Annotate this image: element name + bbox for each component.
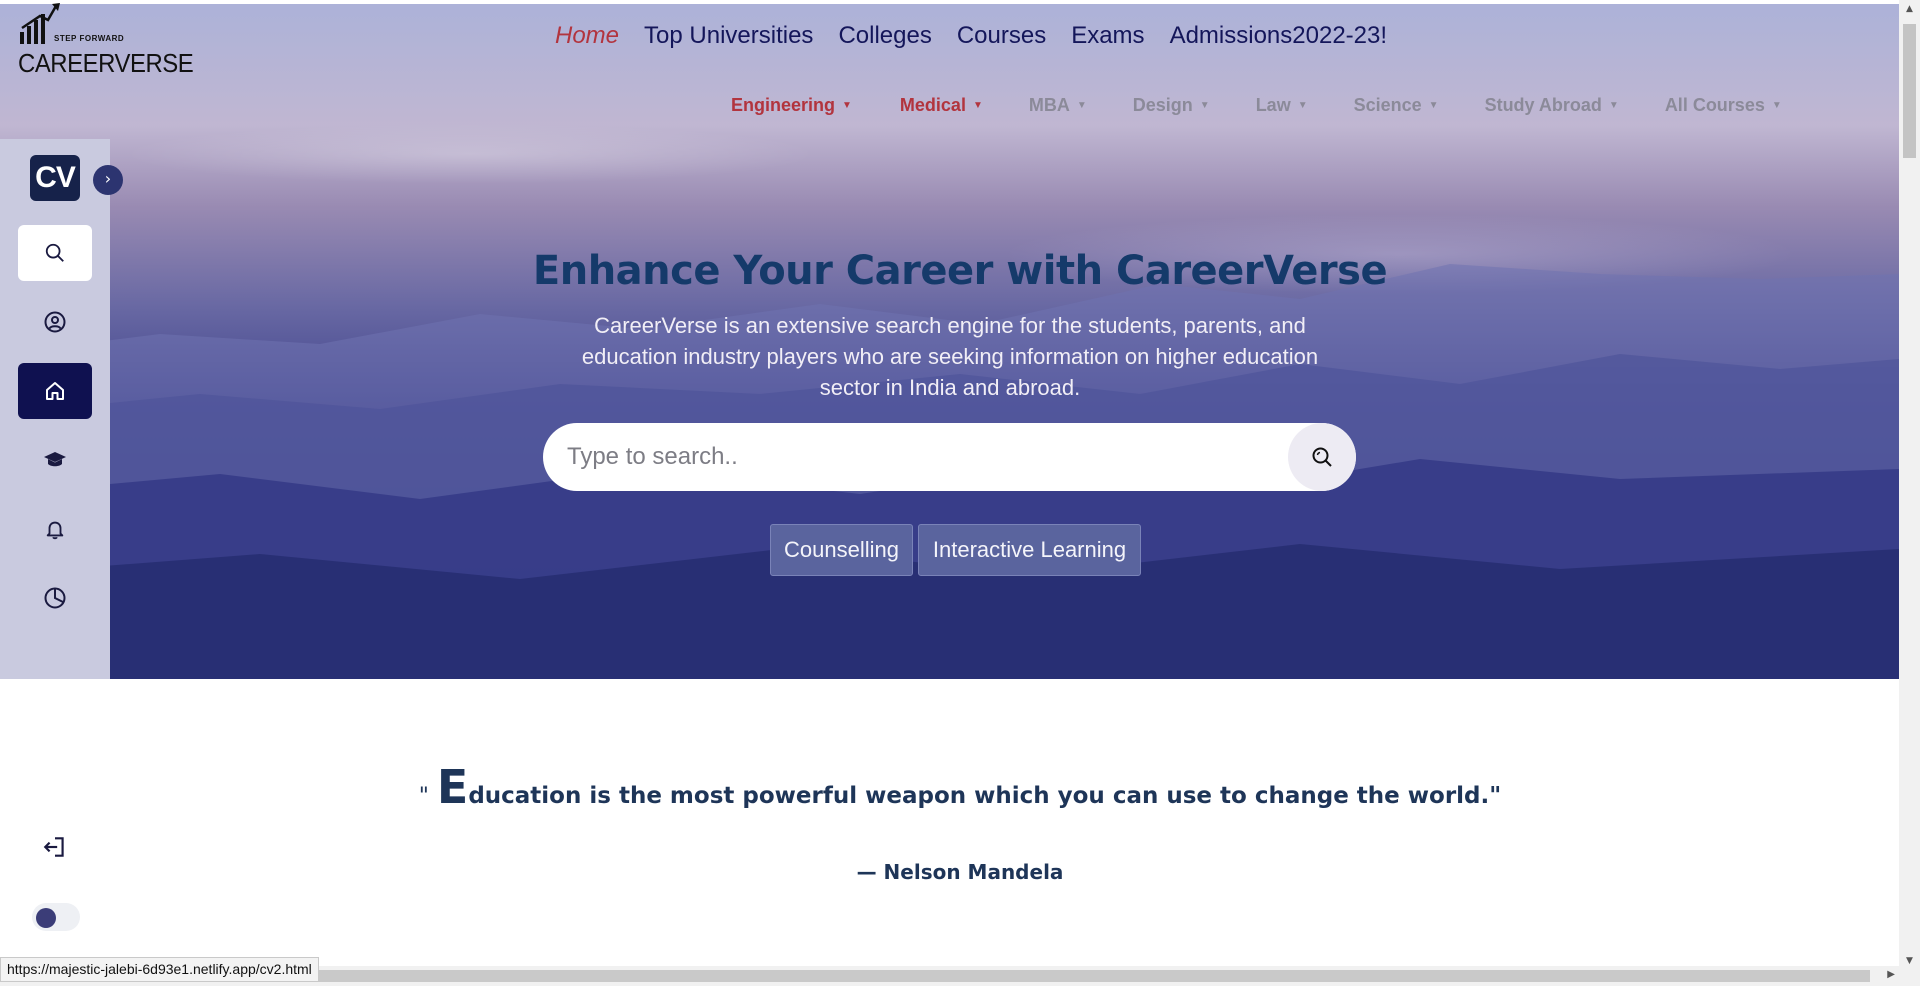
sidebar-courses-button[interactable] bbox=[18, 432, 92, 488]
nav-home[interactable]: Home bbox=[555, 22, 619, 50]
subnav-medical[interactable]: Medical ▼ bbox=[900, 95, 983, 116]
subnav-study-abroad[interactable]: Study Abroad ▼ bbox=[1485, 95, 1619, 116]
caret-down-icon: ▼ bbox=[1771, 100, 1782, 111]
search-input[interactable] bbox=[567, 423, 1267, 491]
subnav-design[interactable]: Design ▼ bbox=[1133, 95, 1210, 116]
search-bar bbox=[543, 423, 1356, 491]
subnav-label: MBA bbox=[1028, 95, 1070, 115]
home-icon bbox=[46, 382, 64, 400]
caret-down-icon: ▼ bbox=[1428, 100, 1439, 111]
logo-tagline: STEP FORWARD bbox=[54, 34, 125, 43]
sidebar-stats-button[interactable] bbox=[18, 570, 92, 626]
caret-down-icon: ▼ bbox=[972, 100, 983, 111]
quote-text: " Education is the most powerful weapon … bbox=[0, 760, 1920, 814]
subnav-label: Science bbox=[1353, 95, 1422, 115]
sidebar-notifications-button[interactable] bbox=[18, 501, 92, 557]
nav-exams[interactable]: Exams bbox=[1071, 22, 1144, 50]
logout-icon bbox=[43, 837, 64, 857]
admissions-year: 2022-23! bbox=[1292, 22, 1388, 49]
subnav-mba[interactable]: MBA ▼ bbox=[1029, 95, 1087, 116]
status-url: https://majestic-jalebi-6d93e1.netlify.a… bbox=[0, 957, 319, 982]
nav-top-universities[interactable]: Top Universities bbox=[644, 22, 813, 50]
subnav-label: Law bbox=[1255, 95, 1291, 115]
scroll-thumb[interactable] bbox=[1903, 24, 1916, 158]
scroll-up-icon[interactable]: ▲ bbox=[1903, 4, 1916, 14]
quote-dropcap: E bbox=[436, 760, 469, 814]
nav-courses[interactable]: Courses bbox=[957, 22, 1046, 50]
subnav-label: All Courses bbox=[1664, 95, 1765, 115]
nav-admissions[interactable]: Admissions bbox=[1170, 22, 1293, 50]
chip-counselling[interactable]: Counselling bbox=[770, 524, 913, 576]
quote-body: ducation is the most powerful weapon whi… bbox=[468, 783, 1502, 809]
subnav-label: Design bbox=[1132, 95, 1193, 115]
caret-down-icon: ▼ bbox=[1199, 100, 1210, 111]
vertical-scrollbar[interactable]: ▲ ▼ bbox=[1899, 0, 1920, 986]
sidebar-profile-button[interactable] bbox=[18, 294, 92, 350]
subnav-label: Engineering bbox=[731, 95, 836, 115]
subnav-label: Medical bbox=[899, 95, 966, 115]
search-submit-button[interactable] bbox=[1288, 423, 1356, 491]
subnav-law[interactable]: Law ▼ bbox=[1256, 95, 1308, 116]
subnav-science[interactable]: Science ▼ bbox=[1354, 95, 1439, 116]
chip-interactive-learning[interactable]: Interactive Learning bbox=[918, 524, 1141, 576]
search-icon bbox=[1312, 447, 1332, 467]
subnav-engineering[interactable]: Engineering ▼ bbox=[731, 95, 852, 116]
subnav-all-courses[interactable]: All Courses ▼ bbox=[1665, 95, 1782, 116]
graduation-cap-icon bbox=[44, 452, 66, 467]
caret-down-icon: ▼ bbox=[1297, 100, 1308, 111]
logout-button[interactable] bbox=[42, 834, 68, 864]
sidebar-logo[interactable]: CV bbox=[30, 155, 80, 201]
pie-chart-icon bbox=[44, 587, 66, 609]
subnav-label: Study Abroad bbox=[1484, 95, 1602, 115]
nav-colleges[interactable]: Colleges bbox=[838, 22, 931, 50]
logo-wordmark: CAREERVERSE bbox=[18, 48, 194, 78]
bell-icon bbox=[46, 521, 64, 540]
theme-toggle[interactable] bbox=[32, 903, 80, 931]
caret-down-icon: ▼ bbox=[1076, 100, 1087, 111]
sidebar-home-button[interactable] bbox=[18, 363, 92, 419]
hero-title: Enhance Your Career with CareerVerse bbox=[532, 248, 1388, 294]
main-nav: Home Top Universities Colleges Courses E… bbox=[555, 22, 1387, 50]
chevron-right-icon: › bbox=[104, 169, 112, 188]
scroll-down-icon[interactable]: ▼ bbox=[1903, 956, 1916, 966]
caret-down-icon: ▼ bbox=[1608, 100, 1619, 111]
user-circle-icon bbox=[44, 311, 66, 333]
toggle-knob bbox=[36, 908, 56, 928]
expand-sidebar-button[interactable]: › bbox=[93, 165, 123, 195]
hero-description: CareerVerse is an extensive search engin… bbox=[581, 313, 1319, 400]
careerverse-logo[interactable]: STEP FORWARD CAREERVERSE bbox=[16, 2, 194, 78]
course-nav: Engineering ▼ Medical ▼ MBA ▼ Design ▼ Law ▼ … bbox=[731, 95, 1782, 116]
hero-cloud bbox=[120, 124, 820, 184]
quote-author: — Nelson Mandela bbox=[856, 860, 1064, 884]
caret-down-icon: ▼ bbox=[842, 100, 852, 111]
quote-open-mark: " bbox=[418, 784, 429, 809]
scroll-right-icon[interactable]: ▶ bbox=[1887, 969, 1895, 980]
